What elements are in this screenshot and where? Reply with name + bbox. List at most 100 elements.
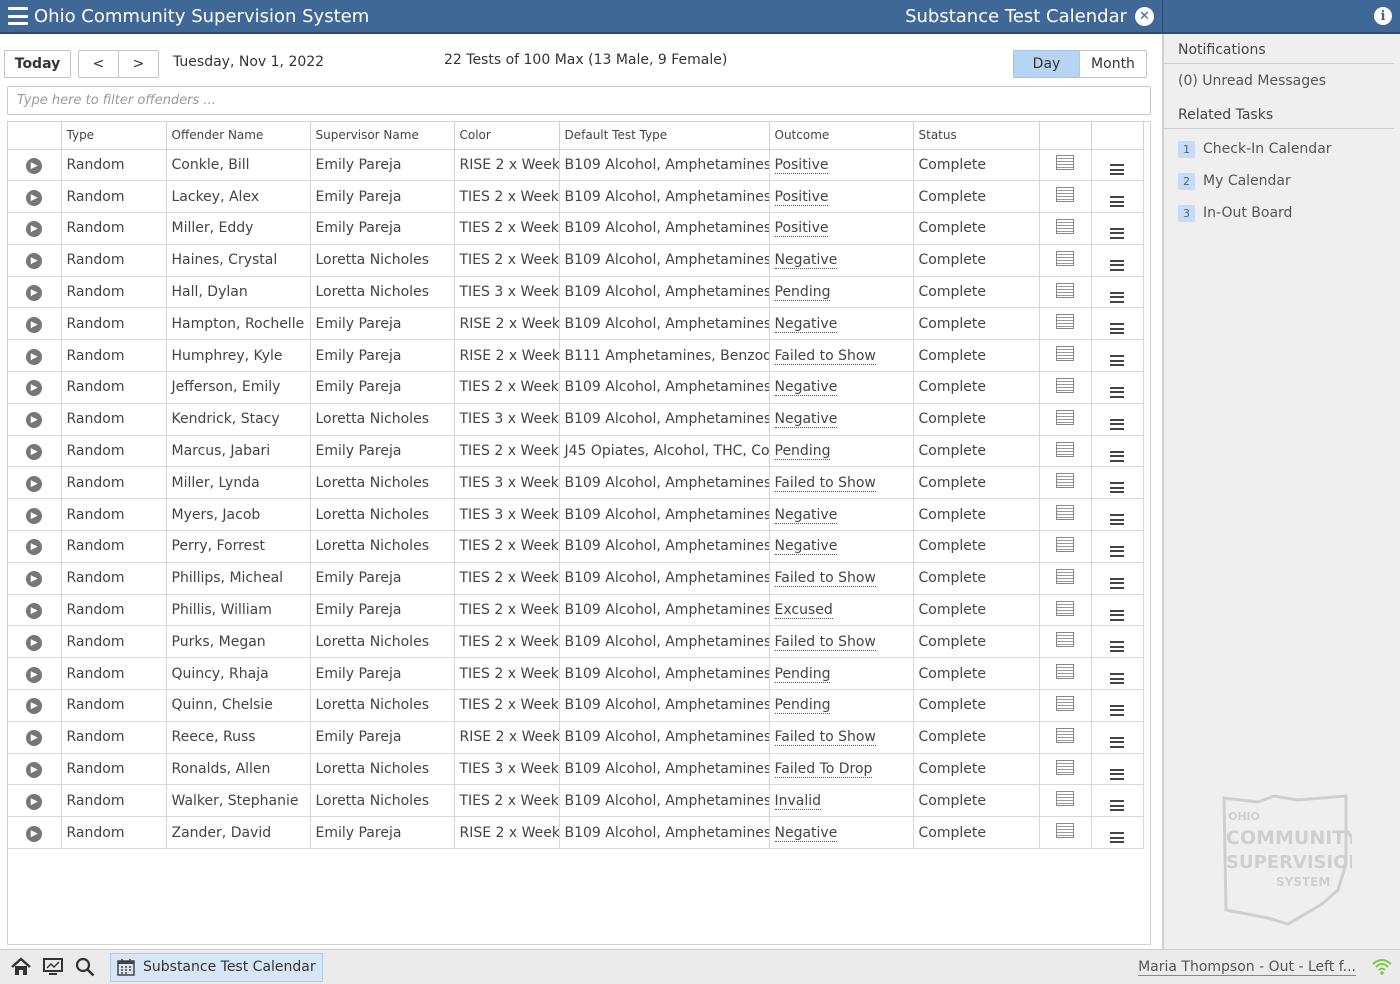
cell-menu[interactable]	[1091, 403, 1144, 436]
notes-icon[interactable]	[1056, 505, 1074, 521]
cell-open[interactable]: ▶	[8, 657, 62, 691]
cell-notes[interactable]	[1039, 530, 1092, 563]
open-record-icon[interactable]: ▶	[26, 634, 43, 651]
table-row[interactable]: ▶ Random Quincy, Rhaja Emily Pareja TIES 2 x…	[8, 657, 1144, 691]
cell-open[interactable]: ▶	[8, 244, 62, 277]
notes-icon[interactable]	[1056, 536, 1074, 552]
row-menu-icon[interactable]	[1110, 355, 1124, 367]
cell-notes[interactable]	[1039, 625, 1092, 659]
next-day-button[interactable]: >	[118, 50, 159, 78]
row-menu-icon[interactable]	[1110, 704, 1124, 716]
row-menu-icon[interactable]	[1110, 545, 1124, 557]
row-menu-icon[interactable]	[1110, 196, 1124, 208]
table-row[interactable]: ▶ Random Zander, David Emily Pareja RISE 2 x…	[8, 816, 1144, 850]
open-record-icon[interactable]: ▶	[26, 380, 43, 397]
outcome-link[interactable]: Positive	[774, 188, 829, 206]
cell-menu[interactable]	[1091, 212, 1144, 245]
outcome-link[interactable]: Excused	[774, 602, 833, 620]
notes-icon[interactable]	[1056, 409, 1074, 425]
notes-icon[interactable]	[1056, 346, 1074, 362]
cell-menu[interactable]	[1091, 816, 1144, 850]
active-task-substance-test-calendar[interactable]: Substance Test Calendar	[110, 952, 323, 982]
open-record-icon[interactable]: ▶	[26, 793, 43, 810]
task-in-out-board[interactable]: 3 In-Out Board	[1164, 197, 1400, 229]
column-header[interactable]: Offender Name	[166, 122, 311, 150]
outcome-link[interactable]: Negative	[774, 379, 838, 397]
notes-icon[interactable]	[1056, 695, 1074, 711]
notes-icon[interactable]	[1056, 632, 1074, 648]
row-menu-icon[interactable]	[1110, 450, 1124, 462]
open-record-icon[interactable]: ▶	[26, 475, 43, 492]
outcome-link[interactable]: Negative	[774, 411, 838, 429]
cell-notes[interactable]	[1039, 816, 1092, 850]
notes-icon[interactable]	[1056, 377, 1074, 393]
table-row[interactable]: ▶ Random Miller, Eddy Emily Pareja TIES 2 x …	[8, 212, 1144, 245]
close-icon[interactable]: ✕	[1135, 6, 1154, 26]
cell-notes[interactable]	[1039, 180, 1092, 214]
cell-notes[interactable]	[1039, 149, 1092, 182]
cell-open[interactable]: ▶	[8, 149, 62, 182]
notes-icon[interactable]	[1056, 791, 1074, 807]
cell-open[interactable]: ▶	[8, 689, 62, 722]
row-menu-icon[interactable]	[1110, 227, 1124, 239]
cell-notes[interactable]	[1039, 212, 1092, 245]
outcome-link[interactable]: Pending	[774, 665, 831, 683]
cell-notes[interactable]	[1039, 721, 1092, 754]
cell-open[interactable]: ▶	[8, 784, 62, 818]
row-menu-icon[interactable]	[1110, 164, 1124, 176]
open-record-icon[interactable]: ▶	[26, 221, 43, 238]
cell-open[interactable]: ▶	[8, 307, 62, 341]
row-menu-icon[interactable]	[1110, 323, 1124, 335]
cell-notes[interactable]	[1039, 562, 1092, 595]
cell-menu[interactable]	[1091, 753, 1144, 786]
cell-menu[interactable]	[1091, 689, 1144, 722]
table-row[interactable]: ▶ Random Perry, Forrest Loretta Nicholes TIE…	[8, 530, 1144, 563]
notes-icon[interactable]	[1056, 218, 1074, 234]
cell-open[interactable]: ▶	[8, 466, 62, 500]
info-icon[interactable]: i	[1374, 7, 1392, 25]
open-record-icon[interactable]: ▶	[26, 348, 43, 365]
cell-menu[interactable]	[1091, 594, 1144, 627]
outcome-link[interactable]: Failed To Drop	[774, 761, 873, 779]
cell-open[interactable]: ▶	[8, 180, 62, 214]
column-header[interactable]: Default Test Type	[559, 122, 770, 150]
unread-messages-link[interactable]: (0) Unread Messages	[1164, 73, 1400, 89]
notes-icon[interactable]	[1056, 155, 1074, 171]
table-row[interactable]: ▶ Random Reece, Russ Emily Pareja RISE 2 x W…	[8, 721, 1144, 754]
cell-open[interactable]: ▶	[8, 594, 62, 627]
row-menu-icon[interactable]	[1110, 673, 1124, 685]
notes-icon[interactable]	[1056, 568, 1074, 584]
cell-open[interactable]: ▶	[8, 721, 62, 754]
notes-icon[interactable]	[1056, 282, 1074, 298]
task-check-in-calendar[interactable]: 1 Check-In Calendar	[1164, 133, 1400, 165]
row-menu-icon[interactable]	[1110, 832, 1124, 844]
row-menu-icon[interactable]	[1110, 641, 1124, 653]
cell-menu[interactable]	[1091, 530, 1144, 563]
open-record-icon[interactable]: ▶	[26, 825, 43, 842]
outcome-link[interactable]: Negative	[774, 824, 838, 842]
row-menu-icon[interactable]	[1110, 386, 1124, 398]
outcome-link[interactable]: Negative	[774, 315, 838, 333]
cell-notes[interactable]	[1039, 307, 1092, 341]
open-record-icon[interactable]: ▶	[26, 571, 43, 588]
notes-icon[interactable]	[1056, 250, 1074, 266]
table-row[interactable]: ▶ Random Humphrey, Kyle Emily Pareja RISE 2 …	[8, 339, 1144, 373]
notes-icon[interactable]	[1056, 187, 1074, 203]
table-row[interactable]: ▶ Random Miller, Lynda Loretta Nicholes TIES…	[8, 466, 1144, 500]
notes-icon[interactable]	[1056, 314, 1074, 330]
row-menu-icon[interactable]	[1110, 768, 1124, 780]
cell-notes[interactable]	[1039, 753, 1092, 786]
cell-open[interactable]: ▶	[8, 276, 62, 309]
notes-icon[interactable]	[1056, 473, 1074, 489]
outcome-link[interactable]: Positive	[774, 220, 829, 238]
column-header[interactable]: Status	[913, 122, 1040, 150]
cell-notes[interactable]	[1039, 498, 1092, 532]
column-header[interactable]: Type	[61, 122, 167, 150]
open-record-icon[interactable]: ▶	[26, 762, 43, 779]
day-view-button[interactable]: Day	[1013, 50, 1080, 78]
open-record-icon[interactable]: ▶	[26, 189, 43, 206]
table-row[interactable]: ▶ Random Conkle, Bill Emily Pareja RISE 2 x …	[8, 149, 1144, 182]
outcome-link[interactable]: Negative	[774, 506, 838, 524]
cell-open[interactable]: ▶	[8, 530, 62, 563]
hamburger-menu-icon[interactable]	[8, 7, 28, 25]
